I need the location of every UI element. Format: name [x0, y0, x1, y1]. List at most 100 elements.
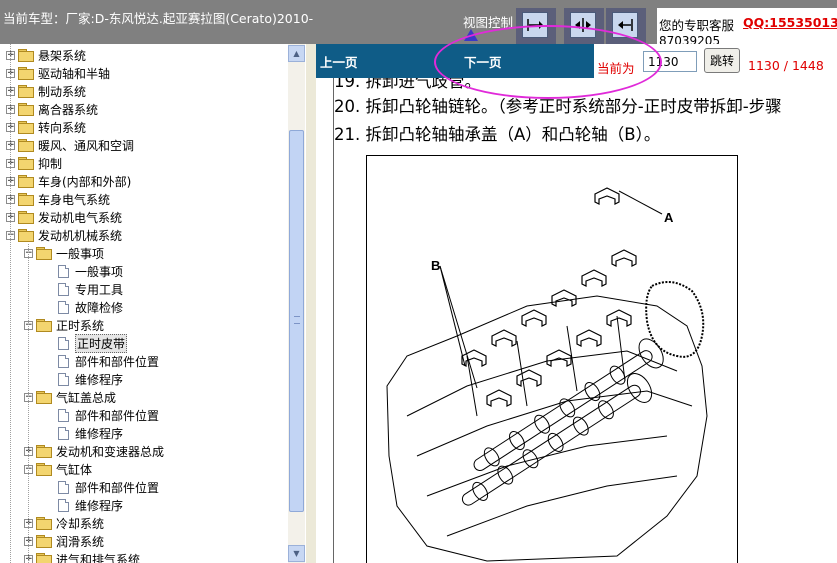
page-jump-panel: 当前为 跳转 1130 / 1448 — [594, 44, 837, 78]
tree-node-label: 润滑系统 — [56, 534, 105, 549]
tree-doc-node[interactable]: 一般事项 — [42, 262, 123, 280]
prev-page-link[interactable]: 上一页 — [320, 52, 358, 71]
folder-icon — [18, 175, 34, 188]
document-icon — [58, 408, 69, 422]
step-text: 20. 拆卸凸轮轴链轮。（参考正时系统部分-正时皮带拆卸-步骤 — [334, 97, 782, 116]
folder-icon — [36, 463, 52, 476]
tree-doc-node[interactable]: 部件和部件位置 — [42, 352, 159, 370]
tree-node-label: 气缸体 — [56, 462, 93, 477]
customer-service-panel: 您的专职客服 QQ:1553501388 87039205 — [657, 8, 837, 48]
tree-folder-node[interactable]: + 暖风、通风和空调 — [6, 136, 134, 154]
step-text: 19. 拆卸进气歧管。 — [334, 78, 481, 91]
scroll-thumb[interactable] — [289, 130, 304, 512]
tree-doc-node[interactable]: 维修程序 — [42, 496, 123, 514]
document-icon — [58, 264, 69, 278]
tree-node-label: 发动机电气系统 — [38, 210, 123, 225]
tree-node-label: 部件和部件位置 — [75, 408, 160, 423]
tree-folder-node[interactable]: + 冷却系统 — [24, 514, 104, 532]
label-a: A — [664, 210, 674, 225]
folder-icon — [18, 67, 34, 80]
tree-doc-node[interactable]: 维修程序 — [42, 424, 123, 442]
document-content: 19. 拆卸进气歧管。 20. 拆卸凸轮轴链轮。（参考正时系统部分-正时皮带拆卸… — [316, 78, 837, 563]
tree-node-label: 制动系统 — [38, 84, 87, 99]
tree-node-label: 正时系统 — [56, 318, 105, 333]
folder-icon — [18, 103, 34, 116]
service-label: 您的专职客服 — [659, 18, 735, 33]
folder-icon — [36, 391, 52, 404]
tree-doc-node[interactable]: 部件和部件位置 — [42, 478, 159, 496]
tree-node-label: 离合器系统 — [38, 102, 99, 117]
tree-node-label: 故障检修 — [75, 300, 124, 315]
folder-icon — [18, 85, 34, 98]
tree-doc-node[interactable]: 正时皮带 — [42, 333, 128, 353]
tree-node-label: 维修程序 — [75, 372, 124, 387]
document-icon — [58, 282, 69, 296]
tree-folder-node[interactable]: + 抑制 — [6, 154, 62, 172]
folder-icon — [36, 517, 52, 530]
tree-folder-node[interactable]: + 制动系统 — [6, 82, 86, 100]
tree-folder-node[interactable]: + 悬架系统 — [6, 46, 86, 64]
collapse-left-button[interactable] — [522, 12, 548, 38]
tree-folder-node[interactable]: − 一般事项 — [24, 244, 104, 262]
tree-folder-node[interactable]: + 发动机和变速器总成 — [24, 442, 164, 460]
tree-node-label: 车身(内部和外部) — [38, 174, 132, 189]
label-b: B — [431, 258, 440, 273]
expand-icon — [575, 18, 591, 32]
tree-folder-node[interactable]: + 车身电气系统 — [6, 190, 110, 208]
folder-icon — [18, 157, 34, 170]
tree-doc-node[interactable]: 专用工具 — [42, 280, 123, 298]
document-icon — [58, 372, 69, 386]
document-icon — [58, 480, 69, 494]
view-button-frame — [516, 8, 556, 44]
tree-node-label: 维修程序 — [75, 426, 124, 441]
tree-node-label: 气缸盖总成 — [56, 390, 117, 405]
folder-icon — [36, 319, 52, 332]
top-toolbar: 当前车型：厂家:D-东风悦达.起亚赛拉图(Cerato)2010- 视图控制 您… — [0, 0, 837, 48]
tree-scrollbar[interactable]: ▲ ▼ — [288, 44, 305, 563]
tree-node-label: 部件和部件位置 — [75, 354, 160, 369]
document-icon — [58, 426, 69, 440]
document-icon — [58, 354, 69, 368]
expand-button[interactable] — [570, 12, 596, 38]
folder-icon — [18, 121, 34, 134]
tree-node-label: 车身电气系统 — [38, 192, 111, 207]
tree-folder-node[interactable]: + 转向系统 — [6, 118, 86, 136]
tree-node-label: 抑制 — [38, 156, 63, 171]
tree-folder-node[interactable]: + 车身(内部和外部) — [6, 172, 131, 190]
navigation-tree: + 悬架系统 + 驱动轴和半轴 + 制动系统 + 离合器系统 + 转向系统 + 暖风、通风和空调 + 抑制… — [0, 44, 307, 563]
tree-folder-node[interactable]: + 润滑系统 — [24, 532, 104, 550]
tree-folder-node[interactable]: + 驱动轴和半轴 — [6, 64, 110, 82]
arrow-left-button[interactable] — [612, 12, 638, 38]
tree-folder-node[interactable]: + 发动机电气系统 — [6, 208, 122, 226]
folder-icon — [18, 193, 34, 206]
arrow-left-icon — [618, 19, 633, 31]
view-button-frame — [606, 8, 646, 44]
tree-folder-node[interactable]: + 离合器系统 — [6, 100, 98, 118]
tree-node-label: 冷却系统 — [56, 516, 105, 531]
content-divider — [333, 78, 334, 563]
tree-doc-node[interactable]: 部件和部件位置 — [42, 406, 159, 424]
tree-folder-node[interactable]: − 气缸体 — [24, 460, 92, 478]
splitter[interactable] — [306, 44, 316, 563]
tree-folder-node[interactable]: − 气缸盖总成 — [24, 388, 116, 406]
folder-icon — [36, 553, 52, 563]
document-icon — [58, 336, 69, 350]
scroll-up-button[interactable]: ▲ — [288, 45, 305, 62]
tree-node-label: 驱动轴和半轴 — [38, 66, 111, 81]
tree-folder-node[interactable]: − 正时系统 — [24, 316, 104, 334]
jump-button[interactable]: 跳转 — [704, 48, 740, 73]
scroll-down-button[interactable]: ▼ — [288, 545, 305, 562]
view-button-frame — [564, 8, 604, 44]
tree-doc-node[interactable]: 故障检修 — [42, 298, 123, 316]
tree-doc-node[interactable]: 维修程序 — [42, 370, 123, 388]
qq-link[interactable]: QQ:1553501388 — [743, 15, 837, 30]
collapse-left-icon — [527, 19, 543, 31]
tree-folder-node[interactable]: + 进气和排气系统 — [24, 550, 140, 563]
tree-node-label: 悬架系统 — [38, 48, 87, 63]
page-number-input[interactable] — [643, 51, 697, 72]
current-page-label: 当前为 — [597, 61, 635, 76]
tree-node-label: 正时皮带 — [75, 333, 128, 353]
next-page-link[interactable]: 下一页 — [464, 52, 502, 71]
folder-icon — [18, 139, 34, 152]
tree-folder-node[interactable]: − 发动机机械系统 — [6, 226, 122, 244]
